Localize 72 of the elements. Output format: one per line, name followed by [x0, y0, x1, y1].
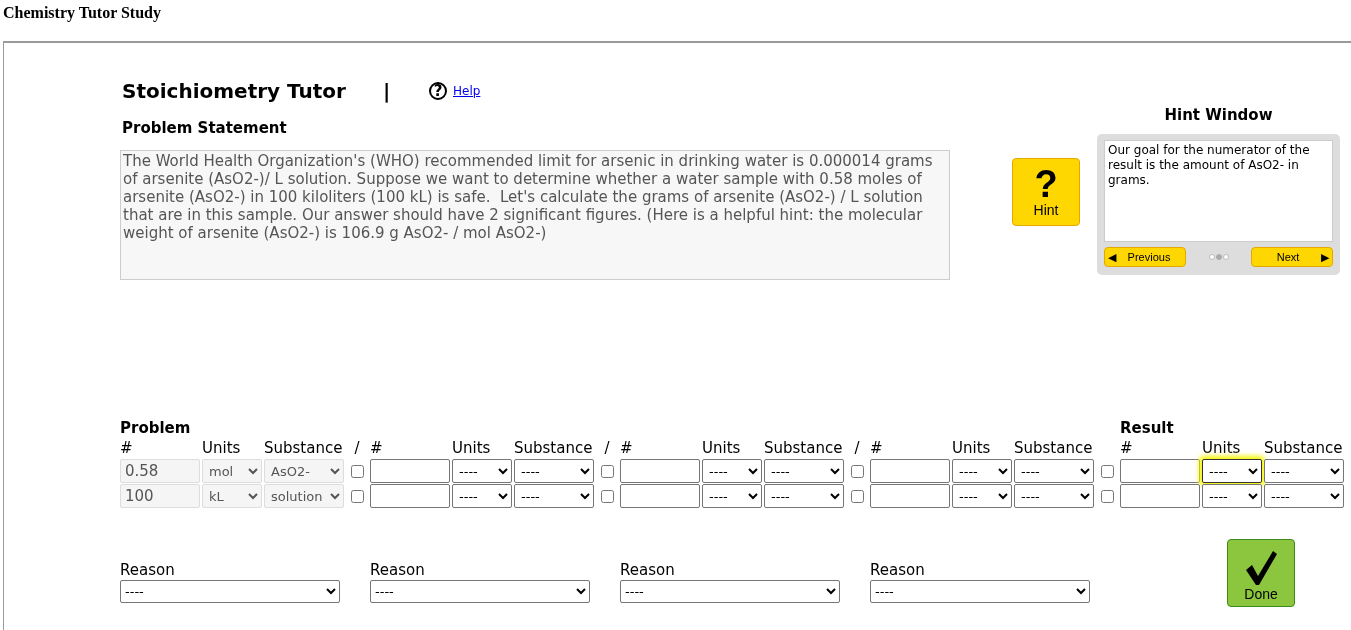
units-dropdown[interactable]: ---- — [952, 484, 1012, 508]
reason-dropdown[interactable]: ---- — [370, 580, 590, 603]
section-label: Problem — [120, 418, 192, 438]
number-field[interactable] — [1120, 484, 1200, 508]
checkmark-icon — [1244, 550, 1278, 586]
divider-symbol: / — [353, 439, 361, 458]
number-field[interactable] — [370, 459, 450, 483]
number-field[interactable] — [620, 484, 700, 508]
help-link[interactable]: Help — [453, 84, 481, 98]
substance-dropdown[interactable]: ---- — [514, 484, 594, 508]
column-header: Substance — [1014, 439, 1094, 458]
column-header: Units — [1202, 439, 1242, 458]
units-dropdown[interactable]: ---- — [702, 484, 762, 508]
help-icon[interactable]: ? — [429, 82, 447, 100]
checkbox[interactable] — [1100, 489, 1114, 503]
section-label: Result — [1120, 418, 1175, 438]
section-heading: Problem Statement — [122, 118, 288, 138]
done-button[interactable]: Done — [1227, 539, 1295, 607]
column-header: Units — [202, 439, 242, 458]
next-button[interactable]: Next ▶ — [1251, 247, 1333, 267]
checkbox[interactable] — [850, 464, 864, 478]
tutor-title: Stoichiometry Tutor — [121, 79, 347, 103]
column-header: Units — [452, 439, 492, 458]
substance-dropdown[interactable]: ---- — [764, 484, 844, 508]
column-header: # — [120, 439, 134, 458]
checkbox[interactable] — [1100, 464, 1114, 478]
substance-dropdown[interactable]: ---- — [514, 459, 594, 483]
number-field[interactable] — [370, 484, 450, 508]
substance-dropdown[interactable]: ---- — [764, 459, 844, 483]
reason-label: Reason — [620, 561, 676, 580]
substance-dropdown[interactable]: ---- — [1264, 484, 1344, 508]
previous-button[interactable]: ◀ Previous — [1104, 247, 1186, 267]
substance-dropdown[interactable]: ---- — [1014, 459, 1094, 483]
hint-button[interactable]: ? Hint — [1012, 158, 1080, 226]
reason-label: Reason — [870, 561, 926, 580]
column-header: # — [870, 439, 884, 458]
substance-dropdown[interactable]: ---- — [1264, 459, 1344, 483]
hint-window-title: Hint Window — [1164, 105, 1273, 125]
title-separator: | — [383, 79, 392, 103]
number-field[interactable] — [870, 484, 950, 508]
divider-symbol: / — [853, 439, 861, 458]
reason-label: Reason — [370, 561, 426, 580]
reason-dropdown[interactable]: ---- — [870, 580, 1090, 603]
reason-dropdown[interactable]: ---- — [620, 580, 840, 603]
problem-statement-text: The World Health Organization's (WHO) recommended limit for arsenic in drinking water is 0.000014 grams of arsenite (AsO2-)/ L solution. Suppose we want to determine whether a water sample with 0.58 moles of arsenite (AsO2-) in 100 kiloliters (100 kL) is safe. Let's calculate the grams of arsenite (AsO2-) / L solution that are in this sample. Our answer should have 2 significant figures. (Here is a helpful hint: the molecular weight of arsenite (AsO2-) is 106.9 g AsO2- / mol AsO2-) — [120, 150, 950, 280]
units-dropdown[interactable]: ---- — [1202, 459, 1262, 483]
column-header: # — [620, 439, 634, 458]
units-dropdown[interactable]: ---- — [952, 459, 1012, 483]
substance-dropdown[interactable]: ---- — [1014, 484, 1094, 508]
column-header: Substance — [264, 439, 344, 458]
column-header: # — [370, 439, 384, 458]
number-field[interactable] — [620, 459, 700, 483]
column-header: Units — [702, 439, 742, 458]
reason-dropdown[interactable]: ---- — [120, 580, 340, 603]
checkbox[interactable] — [600, 464, 614, 478]
checkbox[interactable] — [600, 489, 614, 503]
units-dropdown[interactable]: ---- — [452, 484, 512, 508]
column-header: Substance — [764, 439, 844, 458]
units-dropdown[interactable]: ---- — [1202, 484, 1262, 508]
column-header: Units — [952, 439, 992, 458]
units-dropdown[interactable]: ---- — [702, 459, 762, 483]
column-header: Substance — [514, 439, 594, 458]
reason-label: Reason — [120, 561, 176, 580]
column-header: Substance — [1264, 439, 1344, 458]
number-field[interactable] — [1120, 459, 1200, 483]
checkbox[interactable] — [850, 489, 864, 503]
page-title: Chemistry Tutor Study — [3, 4, 161, 22]
column-header: # — [1120, 439, 1134, 458]
divider-symbol: / — [603, 439, 611, 458]
units-dropdown[interactable]: ---- — [452, 459, 512, 483]
number-field[interactable] — [870, 459, 950, 483]
hint-text: Our goal for the numerator of the result is the amount of AsO2- in grams. — [1104, 140, 1333, 242]
